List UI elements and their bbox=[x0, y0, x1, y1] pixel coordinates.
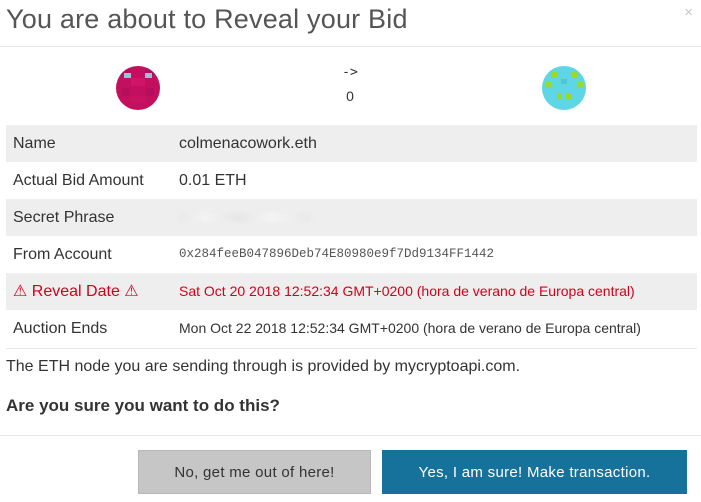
detail-row-reveal-date: ⚠ Reveal Date ⚠ Sat Oct 20 2018 12:52:34… bbox=[6, 273, 697, 310]
reveal-date-value: Sat Oct 20 2018 12:52:34 GMT+0200 (hora … bbox=[179, 283, 635, 299]
detail-row-bid-amount: Actual Bid Amount 0.01 ETH bbox=[6, 162, 697, 199]
arrow-right-icon: -> bbox=[342, 65, 358, 80]
name-value: colmenacowork.eth bbox=[179, 135, 317, 152]
to-account-identicon bbox=[542, 66, 586, 110]
confirm-transaction-button[interactable]: Yes, I am sure! Make transaction. bbox=[382, 450, 687, 494]
detail-row-secret-phrase: Secret Phrase bbox=[6, 199, 697, 236]
node-info-text: The ETH node you are sending through is … bbox=[6, 358, 521, 375]
cancel-button[interactable]: No, get me out of here! bbox=[138, 450, 371, 494]
secret-phrase-redacted bbox=[179, 213, 311, 222]
bid-amount-value: 0.01 ETH bbox=[179, 172, 247, 189]
detail-row-auction-ends: Auction Ends Mon Oct 22 2018 12:52:34 GM… bbox=[6, 310, 697, 347]
detail-row-from-account: From Account 0x284feeB047896Deb74E80980e… bbox=[6, 236, 697, 273]
auction-ends-label: Auction Ends bbox=[13, 320, 108, 337]
close-icon[interactable]: × bbox=[684, 4, 693, 21]
transfer-amount: 0 bbox=[346, 88, 354, 104]
confirm-question: Are you sure you want to do this? bbox=[6, 396, 280, 415]
bid-amount-label: Actual Bid Amount bbox=[13, 172, 144, 189]
from-account-value: 0x284feeB047896Deb74E80980e9f7Dd9134FF14… bbox=[179, 247, 495, 261]
secret-phrase-value bbox=[179, 199, 311, 236]
secret-phrase-label: Secret Phrase bbox=[13, 209, 115, 226]
reveal-date-label: ⚠ Reveal Date ⚠ bbox=[13, 283, 139, 300]
header-divider bbox=[0, 46, 701, 47]
details-divider bbox=[6, 348, 697, 349]
footer-divider bbox=[0, 435, 701, 436]
auction-ends-value: Mon Oct 22 2018 12:52:34 GMT+0200 (hora … bbox=[179, 320, 641, 336]
modal-title: You are about to Reveal your Bid bbox=[6, 4, 408, 34]
from-account-identicon bbox=[116, 66, 160, 110]
name-label: Name bbox=[13, 135, 56, 152]
bid-details-table: Name colmenacowork.eth Actual Bid Amount… bbox=[6, 125, 697, 347]
modal-header: You are about to Reveal your Bid × bbox=[0, 0, 701, 46]
transfer-indicator: -> 0 bbox=[320, 66, 380, 105]
from-account-label: From Account bbox=[13, 246, 112, 263]
detail-row-name: Name colmenacowork.eth bbox=[6, 125, 697, 162]
